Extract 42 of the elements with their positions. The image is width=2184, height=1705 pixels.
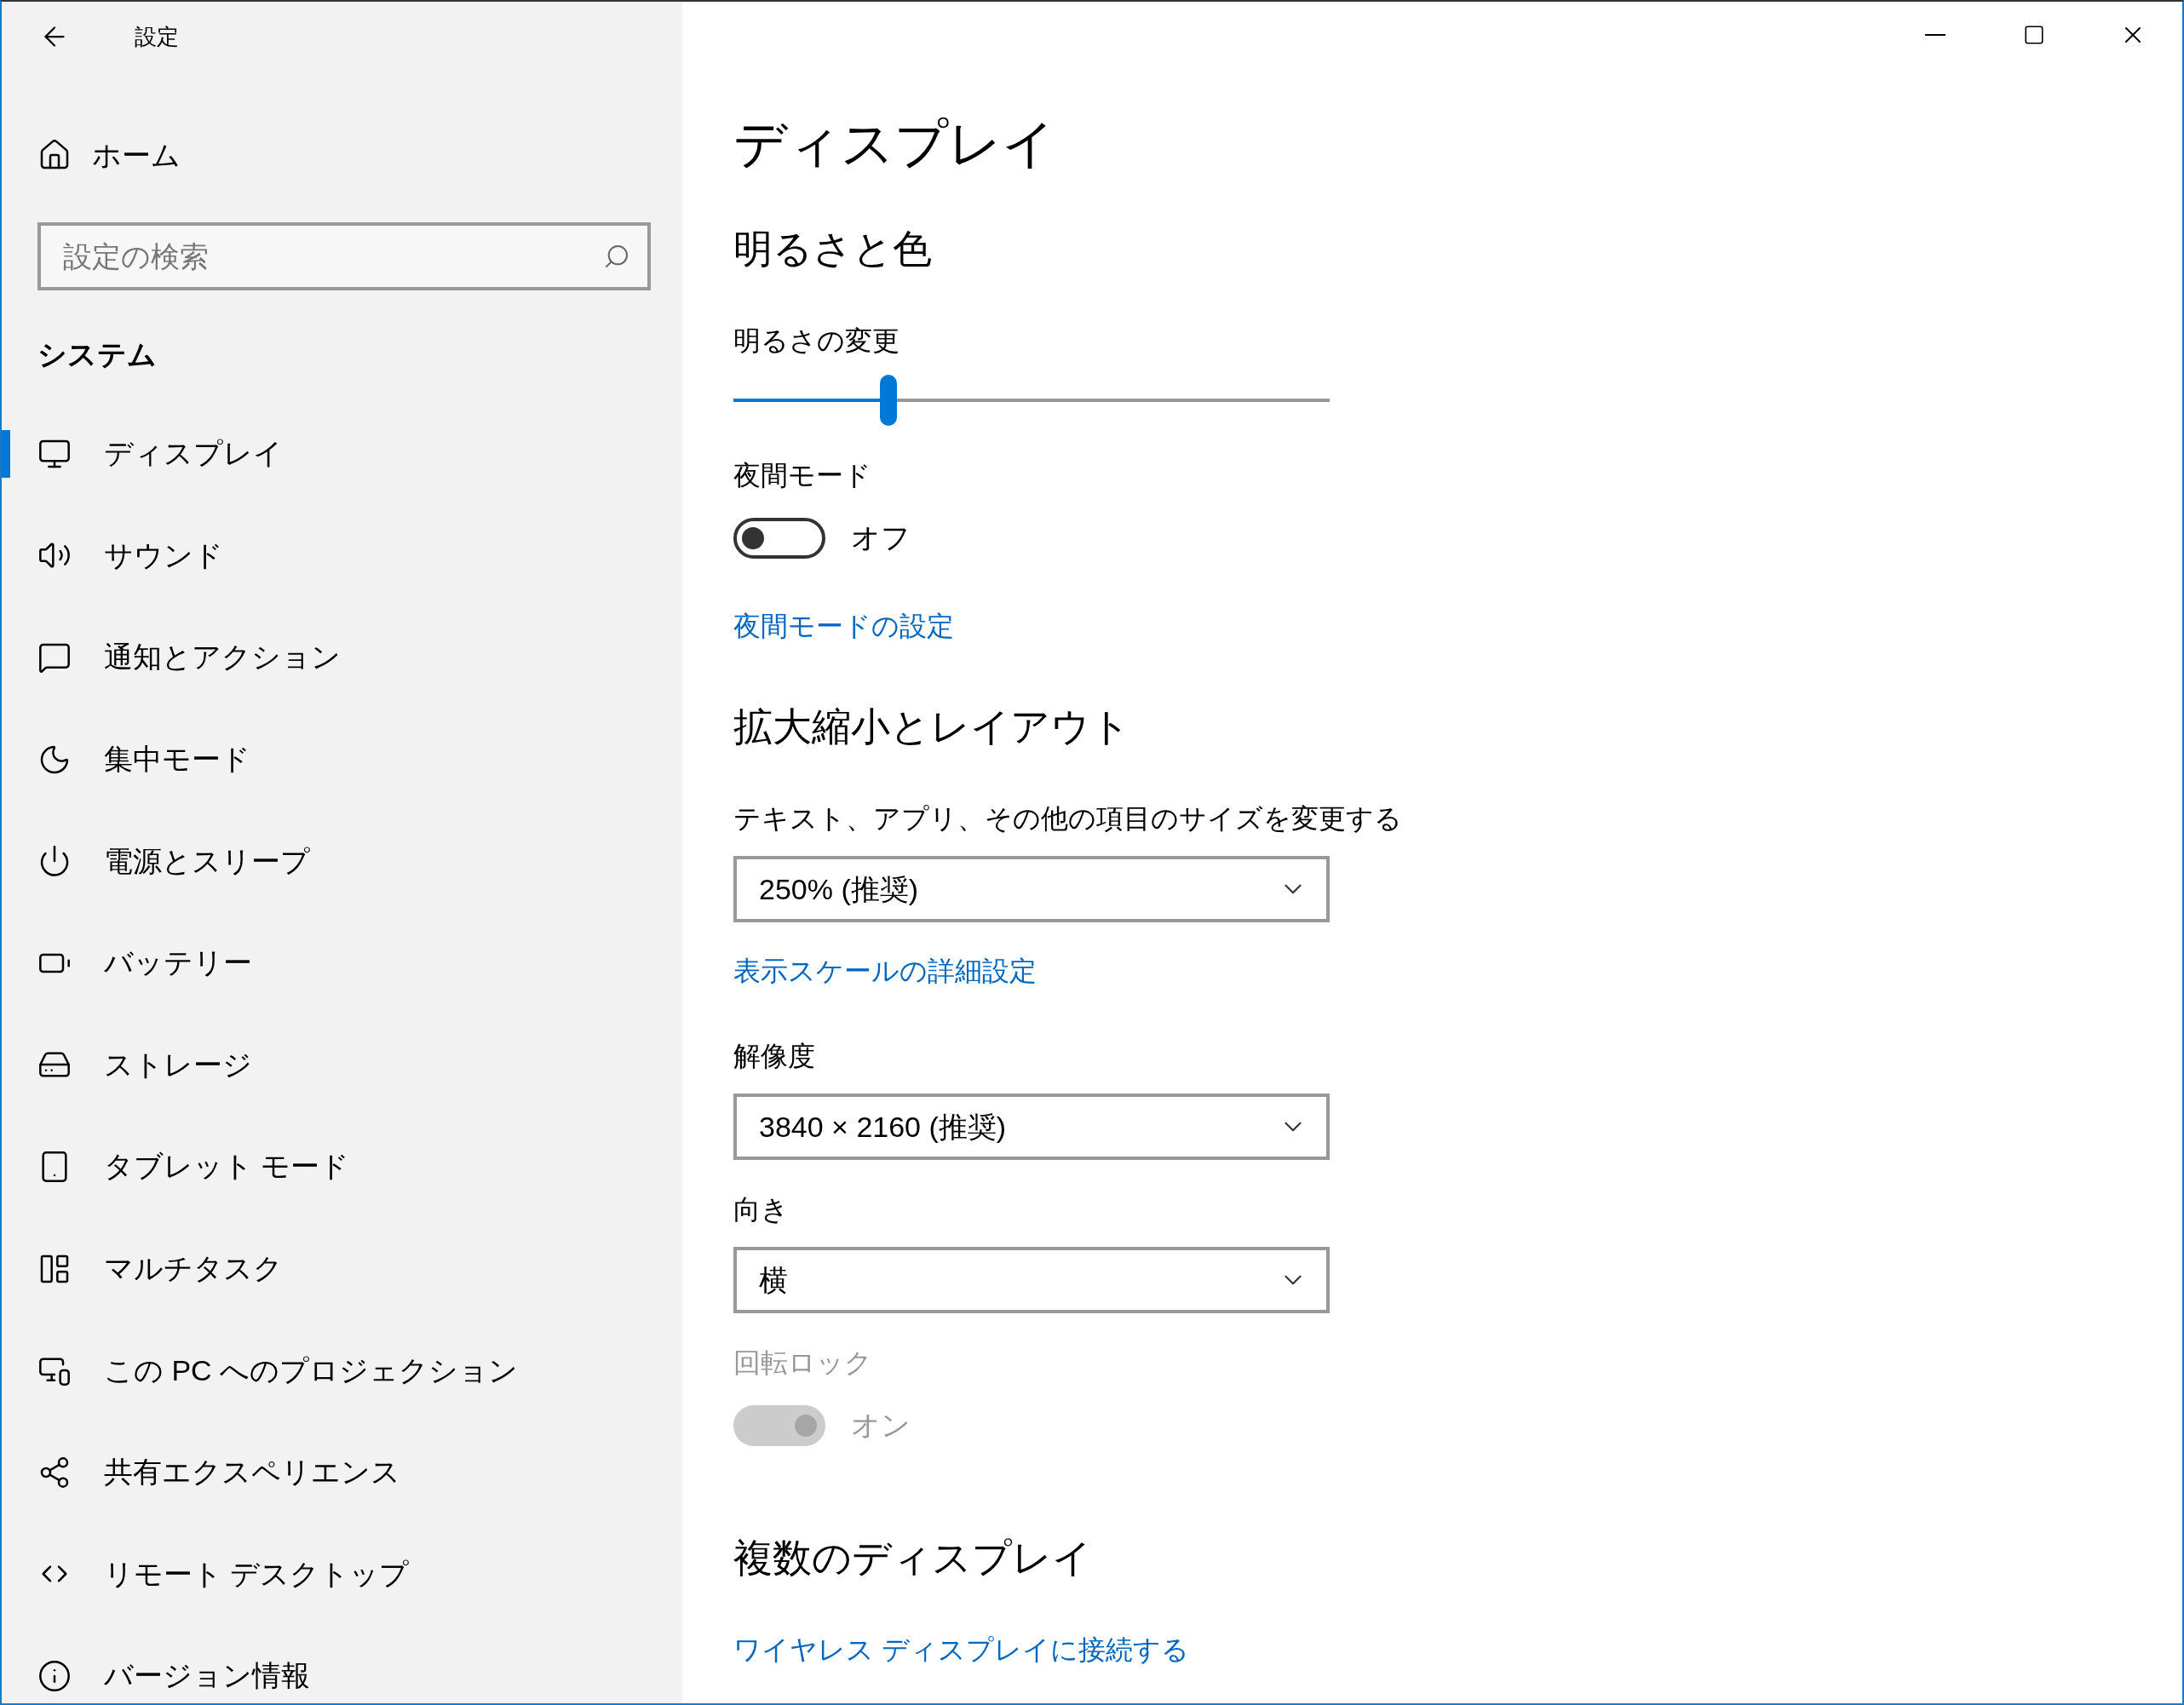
nav-item[interactable]: リモート デスクトップ — [2, 1523, 682, 1626]
nav-item[interactable]: バッテリー — [2, 911, 682, 1014]
nav-item[interactable]: タブレット モード — [2, 1116, 682, 1218]
nav-item[interactable]: 通知とアクション — [2, 606, 682, 709]
setting-label: 明るさの変更 — [733, 325, 900, 356]
nav-item[interactable]: ストレージ — [2, 1013, 682, 1117]
nav-item[interactable]: ディスプレイ — [2, 403, 682, 505]
toggle-switch[interactable] — [733, 517, 825, 559]
section-heading: 明るさと色 — [733, 228, 933, 269]
dropdown[interactable]: 横 — [733, 1247, 1330, 1313]
setting-label: 向き — [733, 1194, 790, 1225]
dropdown[interactable]: 3840 × 2160 (推奨) — [733, 1094, 1330, 1160]
nav-item[interactable]: バージョン情報 — [2, 1625, 682, 1703]
nav-item[interactable]: 共有エクスペリエンス — [2, 1421, 682, 1524]
home-nav-item[interactable]: ホーム — [37, 125, 682, 185]
settings-link[interactable]: 表示スケールの詳細設定 — [733, 956, 1037, 986]
toggle-state-text: オフ — [851, 520, 911, 555]
slider-thumb[interactable] — [880, 375, 897, 426]
nav-item[interactable]: 集中モード — [2, 708, 682, 811]
page-title: ディスプレイ — [733, 114, 1056, 174]
settings-link[interactable]: 夜間モードの設定 — [733, 611, 954, 641]
setting-label: 回転ロック — [733, 1347, 873, 1378]
nav-item[interactable]: サウンド — [2, 504, 682, 607]
setting-label: 夜間モード — [733, 460, 872, 491]
nav-item[interactable]: マルチタスク — [2, 1217, 682, 1320]
dropdown[interactable]: 250% (推奨) — [733, 856, 1330, 922]
section-heading: システム — [37, 337, 158, 372]
info-icon — [37, 1658, 72, 1693]
brightness-slider[interactable] — [733, 375, 1330, 426]
nav-item[interactable]: 電源とスリープ — [2, 810, 682, 912]
maximize-icon — [2023, 24, 2045, 46]
setting-label: テキスト、アプリ、その他の項目のサイズを変更する — [733, 803, 1403, 834]
settings-link[interactable]: ワイヤレス ディスプレイに接続する — [733, 1634, 1189, 1665]
search-field[interactable]: 設定の検索 — [37, 222, 651, 290]
nav-item[interactable]: この PC へのプロジェクション — [2, 1319, 682, 1421]
section-heading: 拡大縮小とレイアウト — [733, 706, 1131, 747]
search-icon — [603, 243, 630, 270]
window-title: 設定 — [135, 22, 179, 51]
toggle-state-text: オン — [851, 1408, 911, 1443]
setting-label: 解像度 — [733, 1041, 816, 1071]
minimize-icon — [1925, 34, 1945, 36]
section-heading: 複数のディスプレイ — [733, 1537, 1093, 1578]
